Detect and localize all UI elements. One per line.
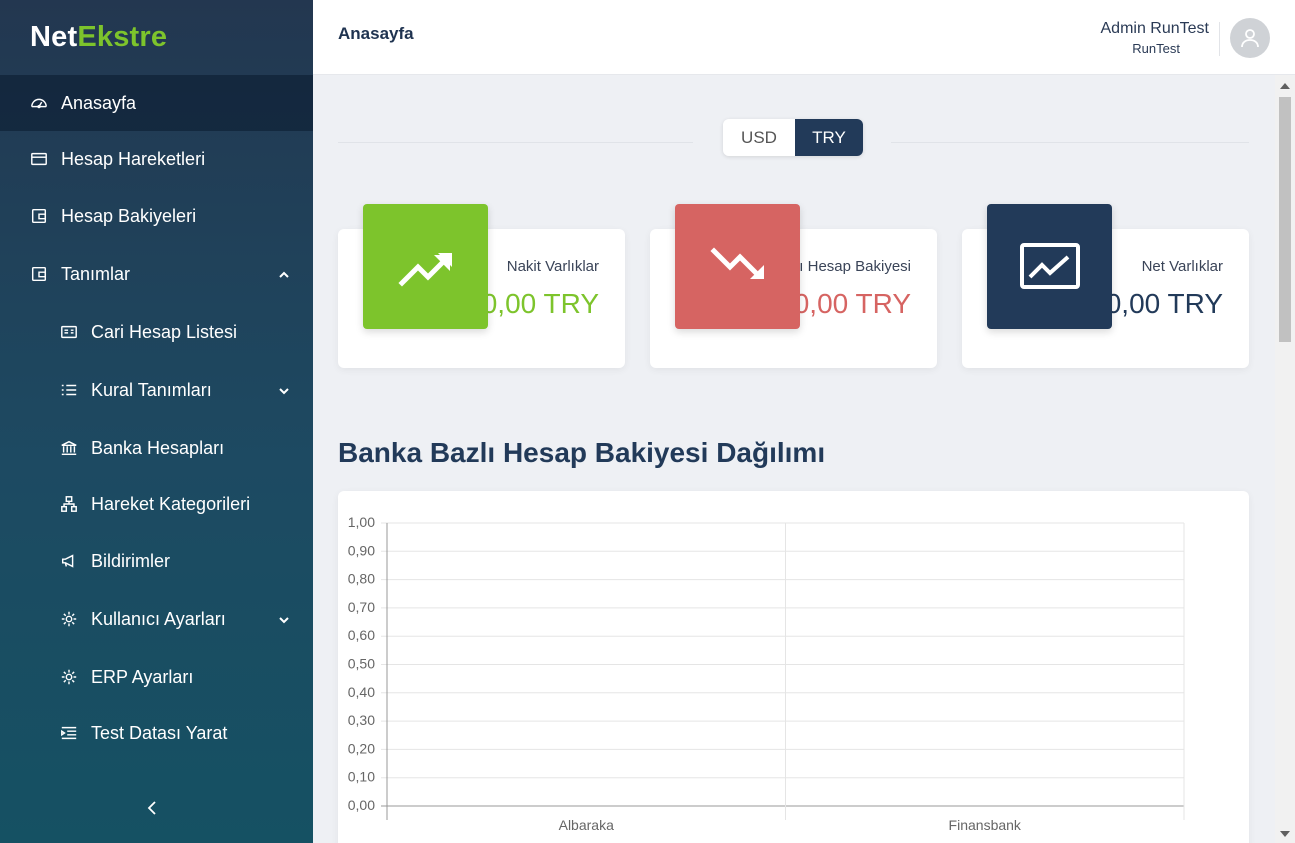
sidebar-item-hareket-kategorileri[interactable]: Hareket Kategorileri [0,476,313,532]
sidebar-item-tanimlar[interactable]: Tanımlar [0,246,313,302]
main-content: USD TRY Nakit Varlıklar 0,00 TRY Kredi K… [313,75,1275,843]
logo-part-ekstre: Ekstre [77,21,168,53]
scroll-thumb[interactable] [1279,97,1291,342]
card-value: 0,00 TRY [1105,288,1223,319]
sidebar-item-erp-ayarlari[interactable]: ERP Ayarları [0,649,313,705]
sidebar-item-label: Kural Tanımları [91,379,212,400]
logo[interactable]: Net Ekstre [0,0,313,75]
sidebar-item-label: Kullanıcı Ayarları [91,608,226,629]
y-tick-label: 0,70 [348,599,375,615]
sidebar-item-label: Cari Hesap Listesi [91,321,238,342]
chevron-down-icon [277,382,291,396]
chart-line-icon [987,204,1112,329]
top-header: Anasayfa Admin RunTest RunTest [313,0,1295,75]
y-tick-label: 0,80 [348,571,375,587]
y-tick-label: 0,10 [348,769,375,785]
sidebar-item-cari-hesap-listesi[interactable]: Cari Hesap Listesi [0,304,313,360]
sidebar-item-bildirimler[interactable]: Bildirimler [0,533,313,589]
sidebar-item-label: Hesap Bakiyeleri [61,205,197,226]
sidebar-item-label: ERP Ayarları [91,666,194,687]
y-tick-label: 1,00 [348,514,375,530]
sidebar-item-kural-tanimlari[interactable]: Kural Tanımları [0,362,313,418]
sidebar-item-label: Test Datası Yarat [91,722,228,743]
header-divider [1219,22,1220,56]
currency-option-try[interactable]: TRY [795,119,863,156]
bank-balance-chart: 0,00 0,10 0,20 0,30 0,40 0,50 0,60 0,70 0,80 0,90… [338,491,1249,843]
sidebar-item-banka-hesaplari[interactable]: Banka Hesapları [0,420,313,476]
y-tick-label: 0,50 [348,656,375,672]
wallet-icon [29,206,49,226]
user-name[interactable]: Admin RunTest [1101,20,1210,38]
chevron-left-icon [147,801,156,815]
scrollbar[interactable] [1275,75,1295,843]
gear-icon [59,667,79,687]
sidebar-item-label: Bildirimler [91,550,171,571]
card-label: Net Varlıklar [1141,258,1223,275]
user-icon [1241,29,1259,48]
id-card-icon [59,322,79,342]
y-tick-label: 0,60 [348,627,375,643]
sidebar-item-kullanici-ayarlari[interactable]: Kullanıcı Ayarları [0,591,313,647]
sidebar-item-anasayfa[interactable]: Anasayfa [0,75,313,131]
sidebar-item-label: Hareket Kategorileri [91,493,251,514]
y-tick-label: 0,90 [348,542,375,558]
user-company: RunTest [1132,41,1180,56]
sidebar-item-label: Tanımlar [61,263,131,284]
sidebar-item-label: Banka Hesapları [91,437,225,458]
card-value: 0,00 TRY [481,288,599,319]
card-label: Nakit Varlıklar [506,258,599,275]
breadcrumb: Anasayfa [338,24,414,43]
chart-canvas: 0,00 0,10 0,20 0,30 0,40 0,50 0,60 0,70 0,80 0,90… [348,514,1185,833]
y-tick-label: 0,00 [348,797,375,813]
y-tick-label: 0,20 [348,740,375,756]
trend-up-icon [363,204,488,329]
bank-icon [59,438,79,458]
currency-option-usd[interactable]: USD [723,119,795,156]
sidebar-item-label: Hesap Hareketleri [61,148,206,169]
megaphone-icon [59,551,79,571]
sidebar-item-hesap-hareketleri[interactable]: Hesap Hareketleri [0,131,313,187]
sidebar: Net Ekstre Anasayfa Hesap Hareketleri Hes… [0,0,313,843]
trend-down-icon [675,204,800,329]
sidebar-item-test-datasi-yarat[interactable]: Test Datası Yarat [0,705,313,761]
divider-left [338,142,693,143]
x-tick-label: Finansbank [949,817,1022,833]
avatar[interactable] [1230,18,1270,58]
gear-icon [59,609,79,629]
sidebar-collapse-button[interactable] [145,800,167,824]
y-tick-label: 0,40 [348,684,375,700]
sidebar-item-hesap-bakiyeleri[interactable]: Hesap Bakiyeleri [0,188,313,244]
card-value: 0,00 TRY [793,288,911,319]
scroll-down-arrow-icon[interactable] [1280,831,1290,837]
chevron-up-icon [277,266,291,280]
section-title: Banka Bazlı Hesap Bakiyesi Dağılımı [338,437,826,468]
indent-icon [59,723,79,743]
currency-toggle: USD TRY [723,119,863,156]
dashboard-icon [29,93,49,113]
divider-right [891,142,1249,143]
logo-part-net: Net [30,21,78,53]
chevron-down-icon [277,611,291,625]
scroll-up-arrow-icon[interactable] [1280,83,1290,89]
sitemap-icon [59,494,79,514]
x-tick-label: Albaraka [559,817,614,833]
sidebar-item-label: Anasayfa [61,92,137,113]
card-icon [29,149,49,169]
list-icon [59,380,79,400]
wallet-icon [29,264,49,284]
y-tick-label: 0,30 [348,712,375,728]
